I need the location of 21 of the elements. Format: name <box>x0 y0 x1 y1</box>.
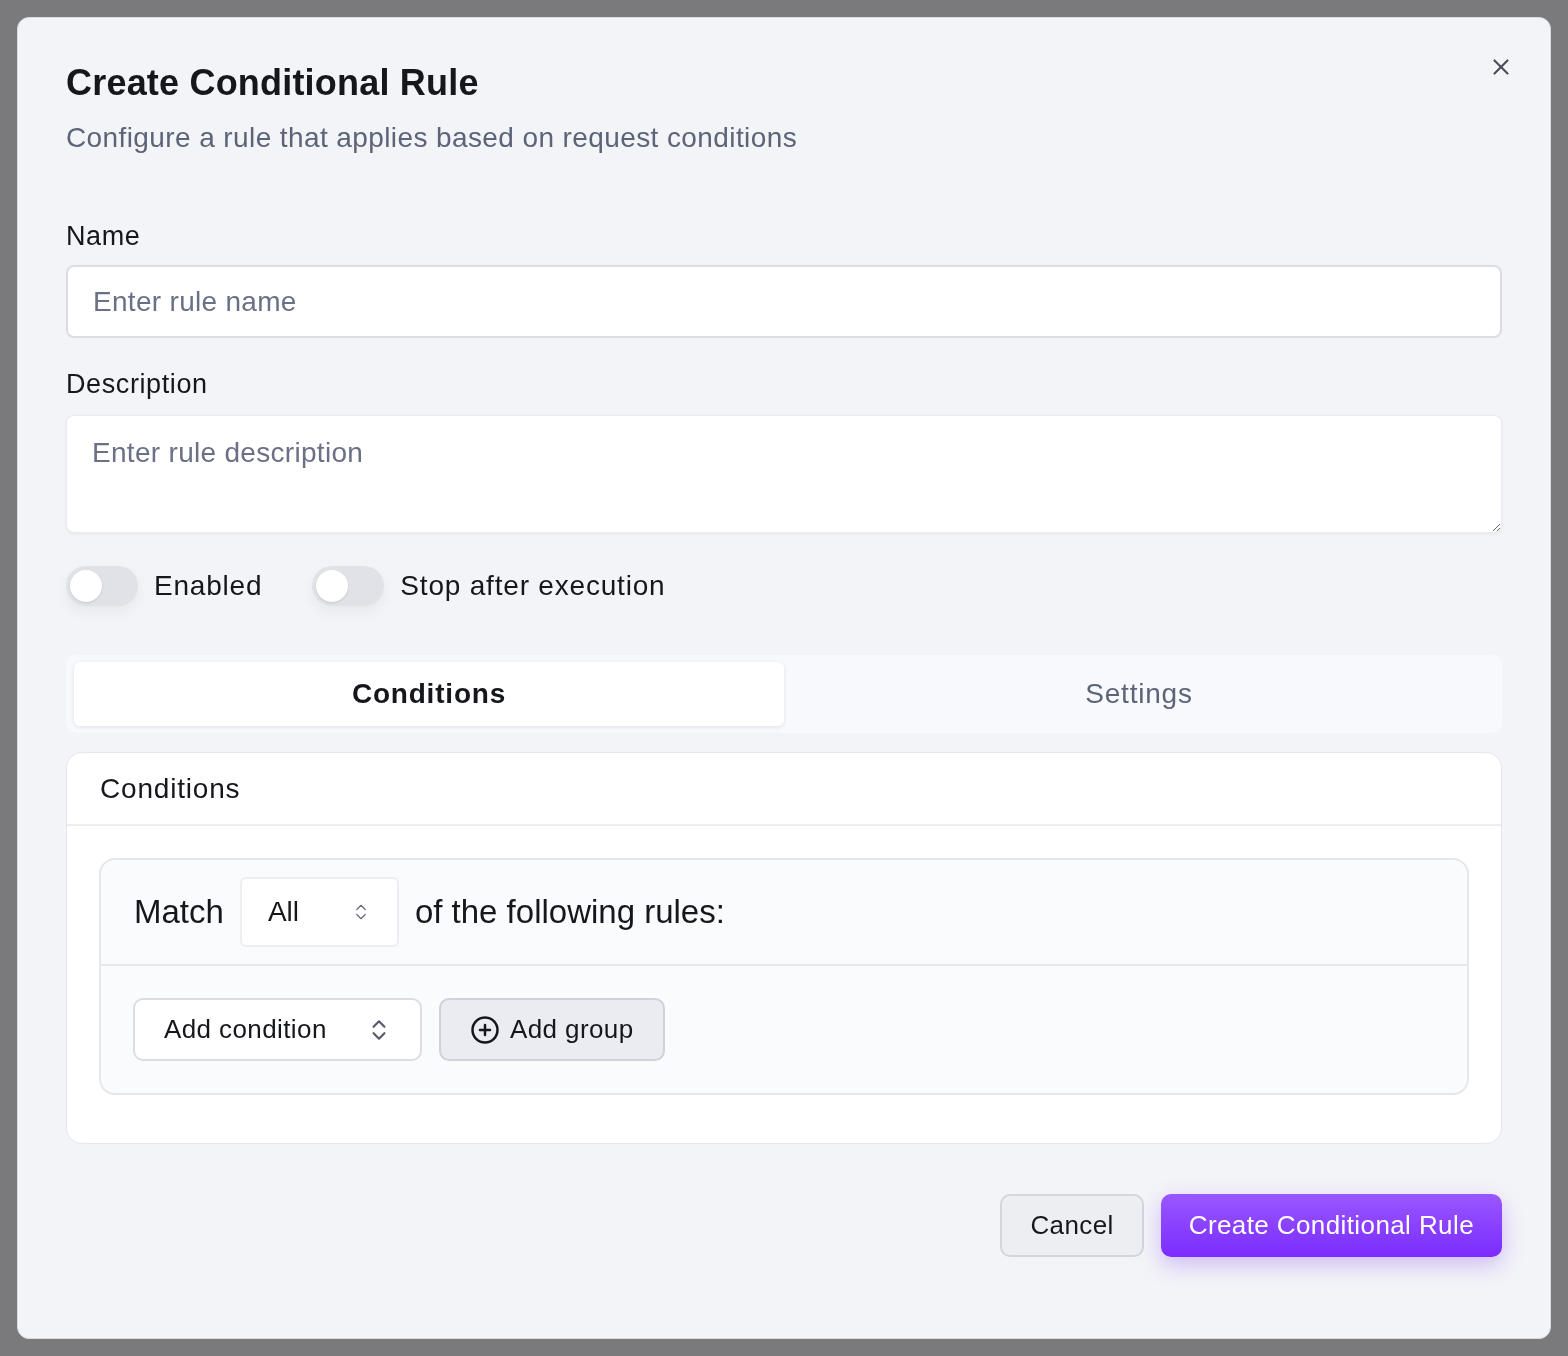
toggle-label: Enabled <box>154 569 263 603</box>
cancel-button[interactable]: Cancel <box>1000 1194 1144 1257</box>
tab[interactable]: Settings <box>784 662 1494 726</box>
dialog-title: Create Conditional Rule <box>66 62 480 104</box>
field-label: Description <box>66 368 209 401</box>
field-label: Name <box>66 220 142 253</box>
plus-circle-icon <box>470 1014 500 1045</box>
match-suffix: of the following rules: <box>414 893 725 931</box>
match-select[interactable]: All <box>239 877 399 947</box>
tab[interactable]: Conditions <box>74 662 784 726</box>
text-input[interactable]: Enter rule name <box>66 265 1502 338</box>
card-title: Conditions <box>100 772 241 805</box>
add-condition-select[interactable]: Add condition <box>133 998 422 1061</box>
toggle-switch[interactable] <box>66 566 138 606</box>
description-textarea[interactable]: Enter rule description <box>66 415 1502 533</box>
toggle-label: Stop after execution <box>400 569 666 603</box>
create-button[interactable]: Create Conditional Rule <box>1160 1194 1502 1257</box>
add-group-button[interactable]: Add group <box>439 998 665 1061</box>
toggle-switch[interactable] <box>312 566 385 606</box>
match-label: Match <box>134 893 224 931</box>
dialog-subtitle: Configure a rule that applies based on request conditions <box>66 121 799 155</box>
